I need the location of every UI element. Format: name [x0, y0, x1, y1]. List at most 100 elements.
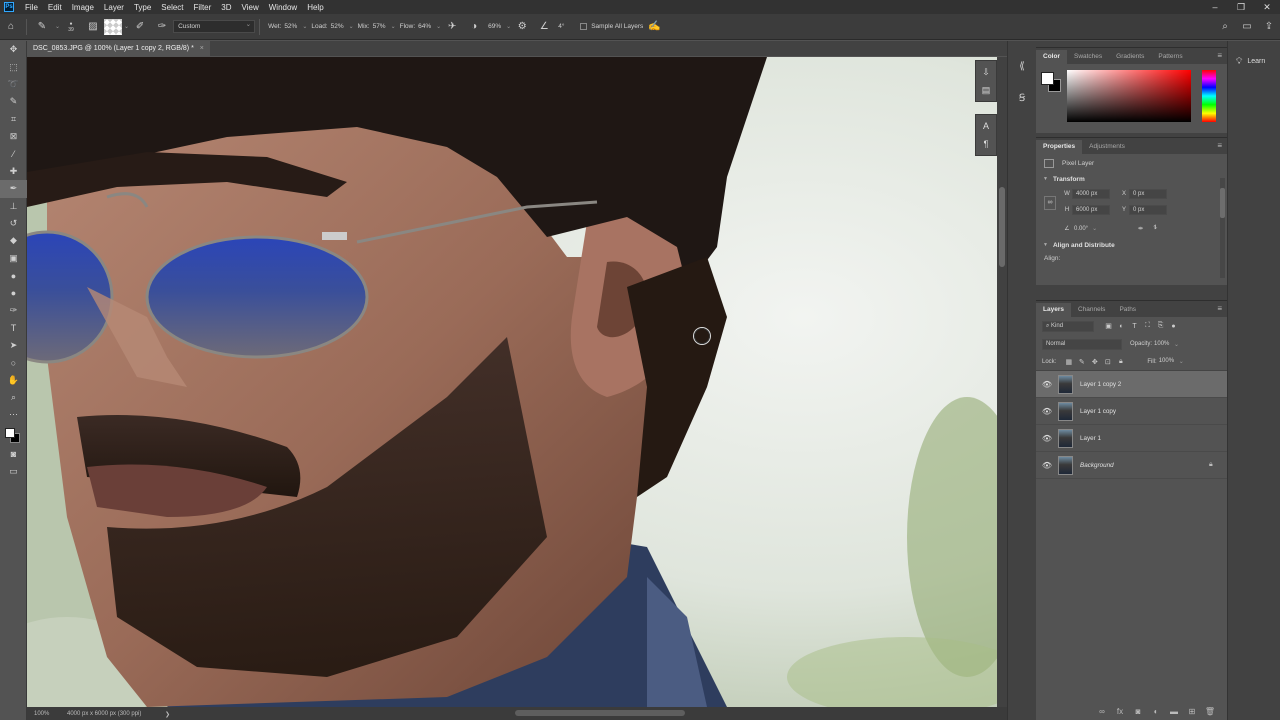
brush-settings-icon[interactable]: ▨ — [85, 19, 101, 35]
smoothing-icon[interactable]: ◑ — [466, 19, 482, 35]
history-brush-tool-icon[interactable]: ↺ — [0, 215, 27, 232]
pressure-icon[interactable]: ✍ — [646, 19, 662, 35]
menu-select[interactable]: Select — [156, 3, 188, 12]
shape-tool-icon[interactable]: ○ — [0, 354, 27, 371]
healing-brush-tool-icon[interactable]: ✚ — [0, 163, 27, 180]
type-tool-icon[interactable]: T — [0, 319, 27, 336]
new-layer-icon[interactable]: ⊞ — [1183, 707, 1201, 716]
foreground-color-swatch[interactable] — [5, 427, 15, 438]
y-input[interactable]: 0 px — [1129, 204, 1167, 215]
load-options-caret-icon[interactable]: ⌄ — [124, 23, 129, 30]
blend-mode-dropdown[interactable]: Normal — [1042, 338, 1122, 350]
clone-stamp-tool-icon[interactable]: ⊥ — [0, 198, 27, 215]
add-mask-icon[interactable]: ◙ — [1129, 707, 1147, 716]
horizontal-scroll-thumb[interactable] — [515, 710, 685, 716]
color-picker-field[interactable] — [1067, 70, 1191, 122]
link-icon[interactable]: ∞ — [1044, 196, 1056, 210]
tab-gradients[interactable]: Gradients — [1109, 50, 1151, 64]
brush-preview-icon[interactable]: ● 39 — [63, 19, 79, 35]
frame-tool-icon[interactable]: ⊠ — [0, 128, 27, 145]
smoothing-value[interactable]: 69% — [488, 23, 504, 30]
menu-type[interactable]: Type — [129, 3, 156, 12]
menu-file[interactable]: File — [20, 3, 43, 12]
lock-artboard-icon[interactable]: ⊡ — [1101, 358, 1114, 366]
mix-value[interactable]: 57% — [373, 23, 389, 30]
width-field[interactable]: W 4000 px — [1062, 188, 1110, 199]
filter-adjustment-icon[interactable]: ◐ — [1115, 323, 1128, 330]
x-field[interactable]: X 0 px — [1119, 188, 1167, 199]
tool-preset-caret-icon[interactable]: ⌄ — [55, 23, 60, 30]
visibility-eye-icon[interactable]: 👁︎ — [1036, 407, 1058, 416]
vertical-scroll-thumb[interactable] — [999, 187, 1005, 267]
angle-input[interactable]: 0.00° — [1072, 226, 1088, 232]
brush-angle-icon[interactable]: ∠ — [536, 19, 552, 35]
minimize-button[interactable]: – — [1202, 0, 1228, 14]
layer-row[interactable]: 👁︎ Layer 1 copy — [1036, 398, 1227, 425]
learn-button[interactable]: 💡︎ Learn — [1228, 51, 1280, 71]
menu-filter[interactable]: Filter — [189, 3, 217, 12]
character-icon[interactable]: A — [976, 117, 996, 135]
fill-caret-icon[interactable]: ⌄ — [1179, 358, 1184, 365]
tab-paths[interactable]: Paths — [1112, 303, 1143, 317]
delete-layer-icon[interactable]: 🗑︎ — [1201, 707, 1219, 716]
gradient-tool-icon[interactable]: ▣ — [0, 250, 27, 267]
marquee-tool-icon[interactable]: ⬚ — [0, 58, 27, 75]
share-icon[interactable]: ⇪ — [1261, 19, 1277, 35]
menu-layer[interactable]: Layer — [99, 3, 129, 12]
blend-preset-dropdown[interactable]: Custom — [173, 19, 256, 33]
sample-all-layers-checkbox[interactable] — [580, 23, 588, 30]
filter-pixel-icon[interactable]: ▣ — [1102, 322, 1115, 330]
filter-type-icon[interactable]: T — [1128, 323, 1141, 330]
angle-field[interactable]: ∠ 0.00° ⌄ — [1062, 223, 1097, 234]
height-field[interactable]: H 6000 px — [1062, 204, 1110, 215]
crop-tool-icon[interactable]: ⌗ — [0, 111, 27, 128]
lock-position-icon[interactable]: ✥ — [1088, 358, 1101, 366]
brush-angle-value[interactable]: 4° — [558, 23, 574, 30]
gear-icon[interactable]: ⚙ — [514, 19, 530, 35]
layer-row[interactable]: 👁︎ Background 🔒︎ — [1036, 452, 1227, 479]
learn-panel-toggle-icon[interactable]: ⟪ — [1008, 55, 1036, 77]
link-layers-icon[interactable]: ∞ — [1093, 707, 1111, 716]
filter-toggle-icon[interactable]: ● — [1167, 323, 1180, 330]
opacity-caret-icon[interactable]: ⌄ — [1174, 341, 1179, 348]
lock-all-icon[interactable]: 🔒︎ — [1114, 358, 1127, 366]
load-value[interactable]: 52% — [331, 23, 347, 30]
document-canvas[interactable] — [27, 57, 997, 707]
panel-menu-icon[interactable]: ≡ — [1217, 51, 1222, 60]
tab-swatches[interactable]: Swatches — [1067, 50, 1109, 64]
load-brush-icon[interactable]: ✐ — [132, 19, 148, 35]
x-input[interactable]: 0 px — [1129, 188, 1167, 199]
color-swatches[interactable] — [0, 424, 27, 446]
visibility-eye-icon[interactable]: 👁︎ — [1036, 434, 1058, 443]
width-input[interactable]: 4000 px — [1072, 188, 1110, 199]
close-window-button[interactable]: ✕ — [1254, 0, 1280, 14]
actions-icon[interactable]: ▤ — [976, 81, 996, 99]
layer-kind-filter[interactable]: ⌕ Kind — [1042, 320, 1094, 332]
menu-help[interactable]: Help — [302, 3, 328, 12]
wet-value[interactable]: 52% — [284, 23, 300, 30]
load-caret-icon[interactable]: ⌄ — [349, 23, 354, 30]
layer-row[interactable]: 👁︎ Layer 1 copy 2 — [1036, 371, 1227, 398]
mixer-brush-tool-icon[interactable]: ✒ — [0, 180, 27, 198]
mix-caret-icon[interactable]: ⌄ — [391, 23, 396, 30]
align-section-header[interactable]: ▼ Align and Distribute — [1036, 238, 1227, 252]
adjustment-layer-icon[interactable]: ◐ — [1147, 707, 1165, 716]
y-field[interactable]: Y 0 px — [1119, 204, 1167, 215]
wet-caret-icon[interactable]: ⌄ — [302, 23, 307, 30]
panel-menu-icon[interactable]: ≡ — [1217, 304, 1222, 313]
eraser-tool-icon[interactable]: ◆ — [0, 232, 27, 249]
airbrush-icon[interactable]: ✈ — [444, 19, 460, 35]
quick-selection-tool-icon[interactable]: ✎ — [0, 93, 27, 110]
height-input[interactable]: 6000 px — [1072, 204, 1110, 215]
pen-tool-icon[interactable]: ✑ — [0, 302, 27, 319]
properties-scrollbar[interactable] — [1220, 178, 1225, 278]
menu-view[interactable]: View — [237, 3, 264, 12]
hand-tool-icon[interactable]: ✋ — [0, 371, 27, 388]
paragraph-icon[interactable]: ¶ — [976, 135, 996, 153]
current-brush-load-swatch[interactable] — [104, 18, 123, 35]
document-tab[interactable]: DSC_0853.JPG @ 100% (Layer 1 copy 2, RGB… — [27, 41, 210, 56]
tab-channels[interactable]: Channels — [1071, 303, 1112, 317]
filter-smart-object-icon[interactable]: ⎘ — [1154, 322, 1167, 330]
layer-row[interactable]: 👁︎ Layer 1 — [1036, 425, 1227, 452]
tab-adjustments[interactable]: Adjustments — [1082, 140, 1132, 154]
